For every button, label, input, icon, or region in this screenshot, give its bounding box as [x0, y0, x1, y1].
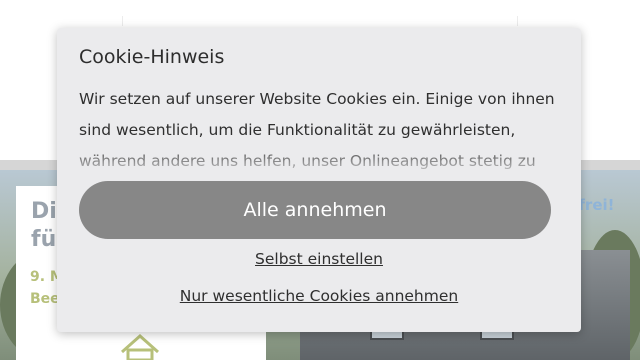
- text-fade-overlay: [79, 144, 559, 174]
- accept-essential-only-link[interactable]: Nur wesentliche Cookies annehmen: [180, 287, 458, 305]
- customize-settings-link[interactable]: Selbst einstellen: [255, 250, 383, 268]
- house-icon: [121, 333, 159, 360]
- essential-link-row: Nur wesentliche Cookies annehmen: [57, 287, 581, 305]
- cookie-dialog-title: Cookie-Hinweis: [79, 46, 225, 68]
- accept-all-button[interactable]: Alle annehmen: [79, 181, 551, 239]
- customize-link-row: Selbst einstellen: [57, 250, 581, 268]
- cookie-dialog: Cookie-Hinweis Wir setzen auf unserer We…: [57, 28, 581, 332]
- cookie-text-container[interactable]: Wir setzen auf unserer Website Cookies e…: [79, 84, 559, 174]
- page-navigation: [122, 16, 518, 26]
